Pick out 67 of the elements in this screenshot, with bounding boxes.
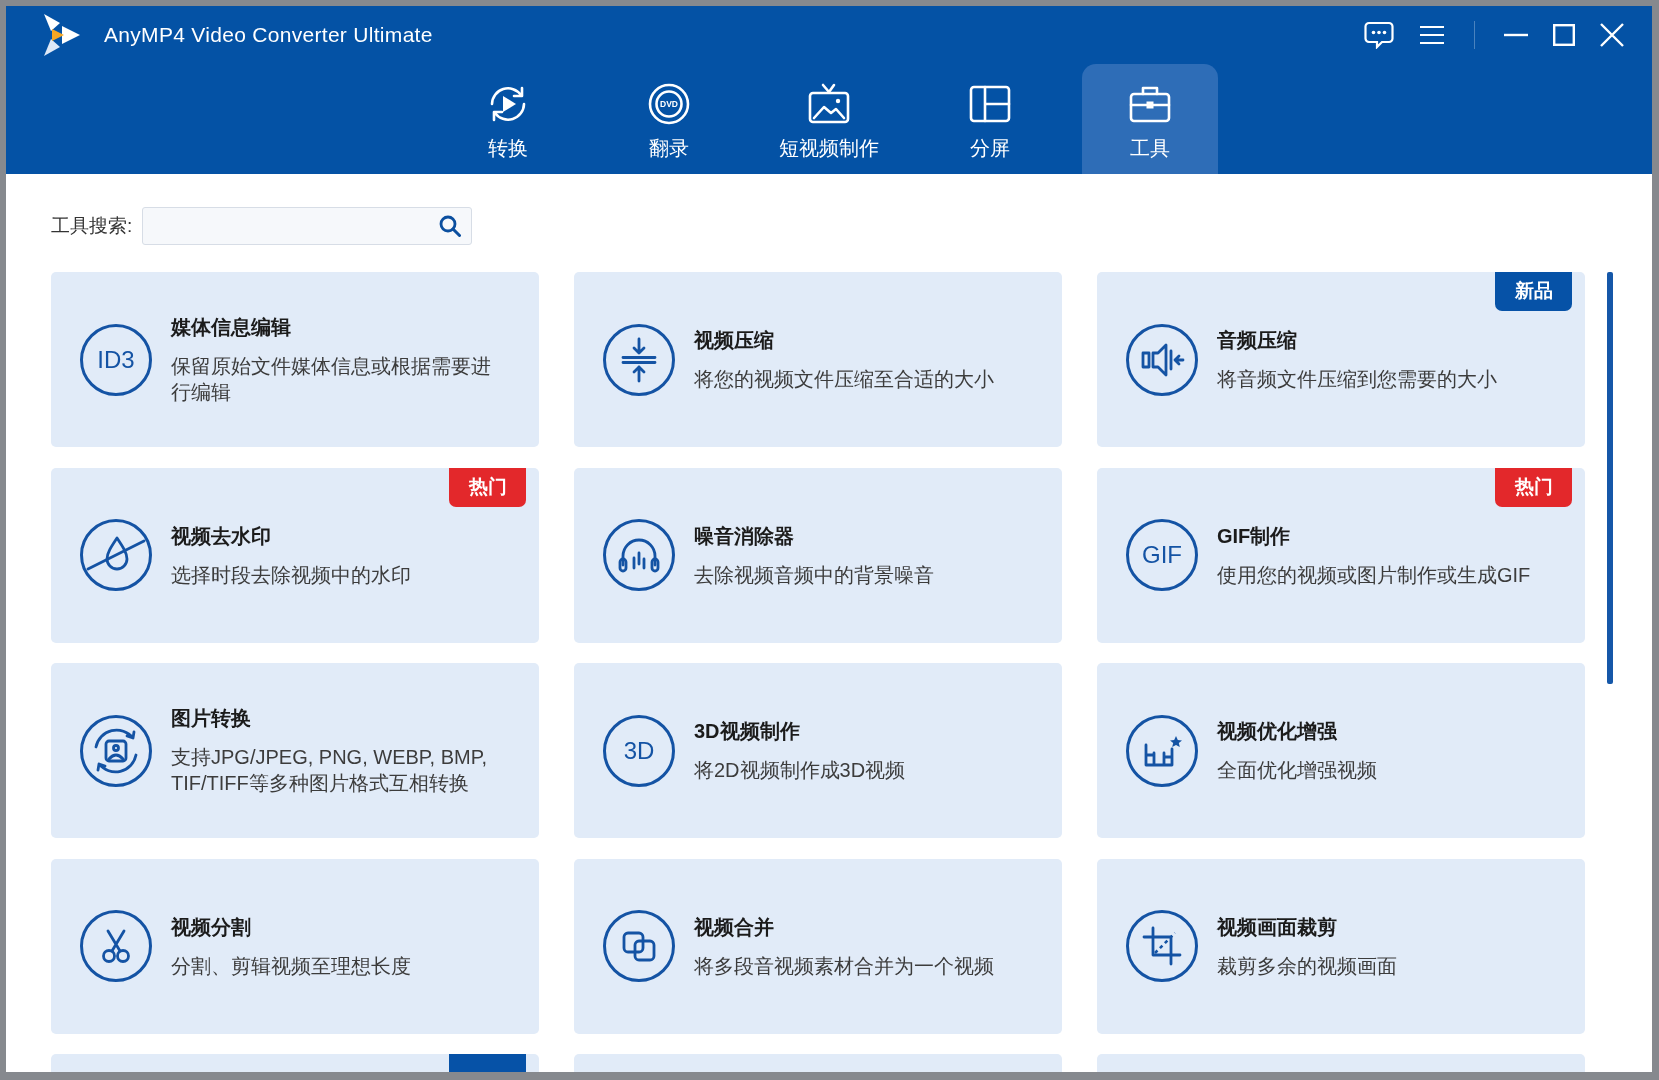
tool-description: 分割、剪辑视频至理想长度 (171, 953, 412, 979)
scrollbar[interactable] (1607, 272, 1613, 684)
tool-title: 视频优化增强 (1217, 719, 1338, 744)
hot-tag: 热门 (449, 467, 526, 507)
close-icon[interactable] (1600, 23, 1624, 47)
headphones-icon (603, 519, 675, 591)
tool-title: 视频画面裁剪 (1217, 914, 1338, 940)
tab[interactable]: 转换 (440, 64, 576, 174)
tool-description: 将2D视频制作成3D视频 (694, 758, 907, 783)
rotating-image-icon (80, 714, 152, 787)
search-label: 工具搜索: (51, 213, 133, 238)
search-icon[interactable] (439, 215, 462, 237)
tool-card[interactable]: 视频优化增强 全面优化增强视频 (1097, 663, 1585, 838)
tool-card[interactable]: 热门 视频去水印 选择时段去除视频中的水印 (51, 467, 539, 643)
tool-title: 视频压缩 (694, 328, 775, 353)
tab[interactable]: 分屏 (921, 64, 1058, 174)
tool-title: GIF制作 (1217, 523, 1292, 549)
circle-label-icon: GIF (1126, 519, 1198, 591)
menu-icon[interactable] (1419, 25, 1445, 45)
tool-card[interactable]: 噪音消除器 去除视频音频中的背景噪音 (574, 467, 1062, 643)
tool-title: 媒体信息编辑 (171, 315, 292, 340)
tool-description: 全面优化增强视频 (1217, 758, 1378, 783)
tool-title: 图片转换 (171, 706, 252, 731)
new-tag: 新品 (1495, 272, 1572, 311)
tool-card[interactable]: 3D 3D视频制作 将2D视频制作成3D视频 (574, 663, 1062, 838)
disc-icon: DVD (646, 82, 691, 126)
tool-card[interactable] (51, 1054, 539, 1072)
scissors-icon (80, 910, 152, 982)
tool-card[interactable]: 图片转换 支持JPG/JPEG, PNG, WEBP, BMP, TIF/TIFF等多种图片格式互相转换 (51, 663, 539, 838)
tool-card[interactable]: 热门 GIF GIF制作 使用您的视频或图片制作或生成GIF (1097, 467, 1585, 643)
overlapping-squares-icon (603, 910, 675, 982)
tool-card[interactable]: 视频合并 将多段音视频素材合并为一个视频 (574, 858, 1062, 1034)
tool-card[interactable]: ID3 媒体信息编辑 保留原始文件媒体信息或根据需要进行编辑 (51, 272, 539, 447)
tab[interactable]: 短视频制作 (761, 64, 897, 174)
tool-title: 噪音消除器 (694, 523, 795, 549)
tool-description: 保留原始文件媒体信息或根据需要进行编辑 (171, 354, 492, 405)
tool-title: 视频合并 (694, 914, 775, 940)
tab[interactable]: 工具 (1082, 64, 1218, 174)
tool-description: 将多段音视频素材合并为一个视频 (694, 953, 995, 979)
tool-description: 支持JPG/JPEG, PNG, WEBP, BMP, TIF/TIFF等多种图片格式互相转换 (171, 745, 488, 796)
crop-icon (1126, 910, 1198, 982)
tool-description: 去除视频音频中的背景噪音 (694, 562, 935, 588)
tool-title: 视频分割 (171, 914, 252, 940)
tool-description: 选择时段去除视频中的水印 (171, 562, 412, 588)
circle-label-icon: ID3 (80, 323, 152, 396)
tool-description: 将音频文件压缩到您需要的大小 (1217, 367, 1498, 392)
tool-card[interactable]: 视频画面裁剪 裁剪多余的视频画面 (1097, 858, 1585, 1034)
circle-label-icon: 3D (603, 714, 675, 787)
tool-card[interactable]: 视频压缩 将您的视频文件压缩至合适的大小 (574, 272, 1062, 447)
tab[interactable]: DVD 翻录 (600, 64, 737, 174)
search-field[interactable] (142, 207, 473, 245)
maximize-icon[interactable] (1553, 24, 1575, 46)
hot-tag: 热门 (1495, 467, 1572, 507)
picture-frame-icon (807, 82, 851, 126)
tool-description: 使用您的视频或图片制作或生成GIF (1217, 562, 1532, 588)
tool-description: 将您的视频文件压缩至合适的大小 (694, 367, 995, 392)
tool-title: 视频去水印 (171, 523, 272, 549)
chat-bubble-icon[interactable] (1364, 21, 1394, 49)
tool-title: 音频压缩 (1217, 328, 1298, 353)
tool-card[interactable]: 新品 音频压缩 将音频文件压缩到您需要的大小 (1097, 272, 1585, 447)
window-title: AnyMP4 Video Converter Ultimate (104, 22, 433, 49)
crossed-droplet-icon (80, 519, 152, 591)
tool-card[interactable]: 视频分割 分割、剪辑视频至理想长度 (51, 858, 539, 1034)
tool-description: 裁剪多余的视频画面 (1217, 953, 1398, 979)
tool-title: 3D视频制作 (694, 719, 801, 744)
compress-arrows-icon (603, 323, 675, 396)
minimize-icon[interactable] (1504, 33, 1528, 37)
